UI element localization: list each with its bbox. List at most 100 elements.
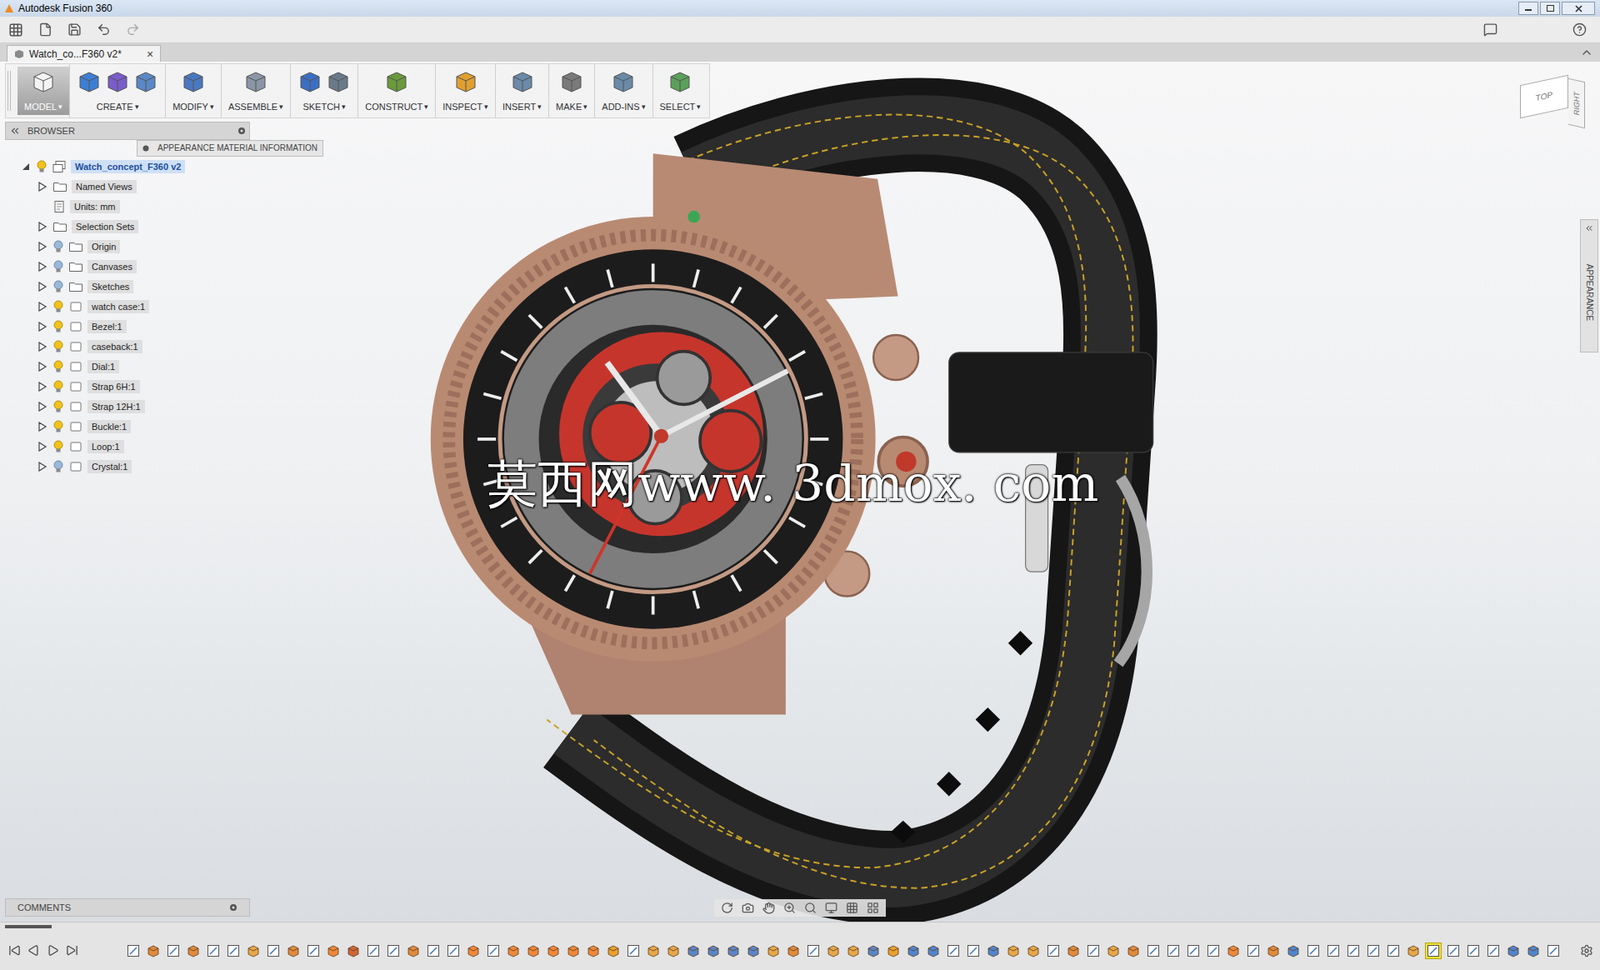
expand-icon[interactable] <box>37 221 48 232</box>
timeline-feature[interactable] <box>265 942 282 960</box>
toolbar-group[interactable]: INSERT▾ <box>495 66 549 115</box>
timeline-feature[interactable] <box>1425 942 1442 960</box>
orbit-icon[interactable] <box>720 901 734 915</box>
toolbar-label[interactable]: CONSTRUCT <box>365 100 423 113</box>
browser-item[interactable]: Units: mm <box>5 196 250 217</box>
timeline-feature[interactable] <box>425 942 442 960</box>
visibility-bulb-icon[interactable] <box>52 340 65 354</box>
timeline-feature[interactable] <box>1525 942 1542 960</box>
browser-item[interactable]: caseback:1 <box>5 336 250 357</box>
toolbar-group[interactable]: INSPECT▾ <box>435 66 495 115</box>
comments-pin-icon[interactable] <box>229 903 238 912</box>
timeline-feature[interactable] <box>1505 942 1522 960</box>
visibility-bulb-icon[interactable] <box>52 440 65 454</box>
timeline-feature[interactable] <box>1165 942 1182 960</box>
browser-item-label[interactable]: Crystal:1 <box>87 460 132 474</box>
timeline-feature[interactable] <box>305 942 322 960</box>
expand-icon[interactable] <box>37 261 48 272</box>
timeline-feature[interactable] <box>865 942 882 960</box>
grid-settings-icon[interactable] <box>845 901 859 915</box>
close-button[interactable] <box>1561 1 1595 15</box>
viewports-icon[interactable] <box>866 901 880 915</box>
browser-item[interactable]: Named Views <box>5 176 250 197</box>
timeline-feature[interactable] <box>625 942 642 960</box>
timeline-feature[interactable] <box>1245 942 1262 960</box>
toolbar-label[interactable]: MAKE <box>555 100 582 113</box>
timeline-feature[interactable] <box>185 942 202 960</box>
timeline-settings-icon[interactable] <box>1580 944 1594 958</box>
browser-item-label[interactable]: Units: mm <box>70 200 120 214</box>
timeline-play-icon[interactable] <box>46 944 60 957</box>
document-tab[interactable]: Watch_co...F360 v2*× <box>6 45 161 62</box>
expand-icon[interactable] <box>37 341 48 352</box>
browser-item[interactable]: Strap 12H:1 <box>5 396 250 417</box>
browser-item[interactable]: Dial:1 <box>5 356 250 377</box>
timeline-feature[interactable] <box>1105 942 1122 960</box>
browser-item-label[interactable]: Watch_concept_F360 v2 <box>70 160 185 174</box>
timeline-feature[interactable] <box>1005 942 1022 960</box>
dropdown-caret[interactable]: ▾ <box>424 100 429 113</box>
browser-item[interactable]: Sketches <box>5 276 250 297</box>
fit-icon[interactable] <box>804 901 817 915</box>
timeline-feature[interactable] <box>1305 942 1322 960</box>
pin-icon[interactable] <box>237 126 246 135</box>
help-icon[interactable] <box>1572 22 1587 37</box>
expand-icon[interactable] <box>37 301 48 312</box>
toolbar-label[interactable]: INSPECT <box>442 100 483 113</box>
browser-item[interactable]: Strap 6H:1 <box>5 376 250 397</box>
timeline-feature[interactable] <box>405 942 422 960</box>
browser-item[interactable]: Bezel:1 <box>5 316 250 337</box>
timeline-feature[interactable] <box>245 942 262 960</box>
toolbar-label[interactable]: MODIFY <box>172 100 209 113</box>
view-cube-top-face[interactable]: TOP <box>1520 75 1569 119</box>
toolbar-group[interactable]: MAKE▾ <box>549 66 595 115</box>
timeline-feature[interactable] <box>485 942 502 960</box>
toolbar-label[interactable]: CREATE <box>96 100 134 113</box>
expand-icon[interactable] <box>37 381 48 392</box>
timeline-feature[interactable] <box>1125 942 1142 960</box>
appearance-side-tab[interactable]: APPEARANCE <box>1580 219 1599 353</box>
browser-item-label[interactable]: Selection Sets <box>71 220 139 234</box>
timeline-feature[interactable] <box>805 942 822 960</box>
browser-item[interactable]: Selection Sets <box>5 216 250 237</box>
browser-item[interactable]: Buckle:1 <box>5 416 250 437</box>
timeline-feature[interactable] <box>785 942 802 960</box>
timeline-feature[interactable] <box>1545 942 1562 960</box>
browser-item-label[interactable]: Dial:1 <box>87 360 120 374</box>
tab-close-button[interactable]: × <box>146 47 154 61</box>
timeline-feature[interactable] <box>1345 942 1362 960</box>
timeline-feature[interactable] <box>605 942 622 960</box>
visibility-bulb-icon[interactable] <box>52 300 65 314</box>
browser-item-label[interactable]: Canvases <box>87 260 137 274</box>
toolbar-group[interactable]: SELECT▾ <box>653 66 709 115</box>
timeline-feature[interactable] <box>945 942 962 960</box>
browser-item-label[interactable]: Buckle:1 <box>87 420 131 434</box>
zoom-icon[interactable] <box>783 901 796 915</box>
toolbar-group[interactable]: CREATE▾ <box>70 66 165 115</box>
collapse-browser-icon[interactable] <box>9 125 21 137</box>
timeline-feature[interactable] <box>345 942 362 960</box>
timeline-feature[interactable] <box>445 942 462 960</box>
timeline-feature[interactable] <box>325 942 342 960</box>
comments-panel[interactable]: COMMENTS <box>5 898 250 917</box>
redo-icon[interactable] <box>125 22 140 37</box>
visibility-bulb-icon[interactable] <box>52 280 65 294</box>
timeline-feature[interactable] <box>1045 942 1062 960</box>
timeline-feature[interactable] <box>965 942 982 960</box>
dropdown-caret[interactable]: ▾ <box>210 100 215 113</box>
expand-icon[interactable] <box>37 401 48 412</box>
dropdown-caret[interactable]: ▾ <box>583 100 588 113</box>
browser-item-label[interactable]: Loop:1 <box>87 440 125 454</box>
timeline-feature[interactable] <box>1065 942 1082 960</box>
expand-icon[interactable] <box>37 461 48 472</box>
timeline-feature[interactable] <box>825 942 842 960</box>
timeline-feature[interactable] <box>925 942 942 960</box>
timeline-feature[interactable] <box>905 942 922 960</box>
dropdown-caret[interactable]: ▾ <box>135 100 140 113</box>
timeline-feature[interactable] <box>845 942 862 960</box>
browser-item-label[interactable]: Origin <box>87 240 120 254</box>
timeline-feature[interactable] <box>165 942 182 960</box>
toolbar-label[interactable]: INSERT <box>502 100 536 113</box>
expand-icon[interactable] <box>37 241 48 252</box>
timeline-scrollbar[interactable] <box>0 922 1600 931</box>
